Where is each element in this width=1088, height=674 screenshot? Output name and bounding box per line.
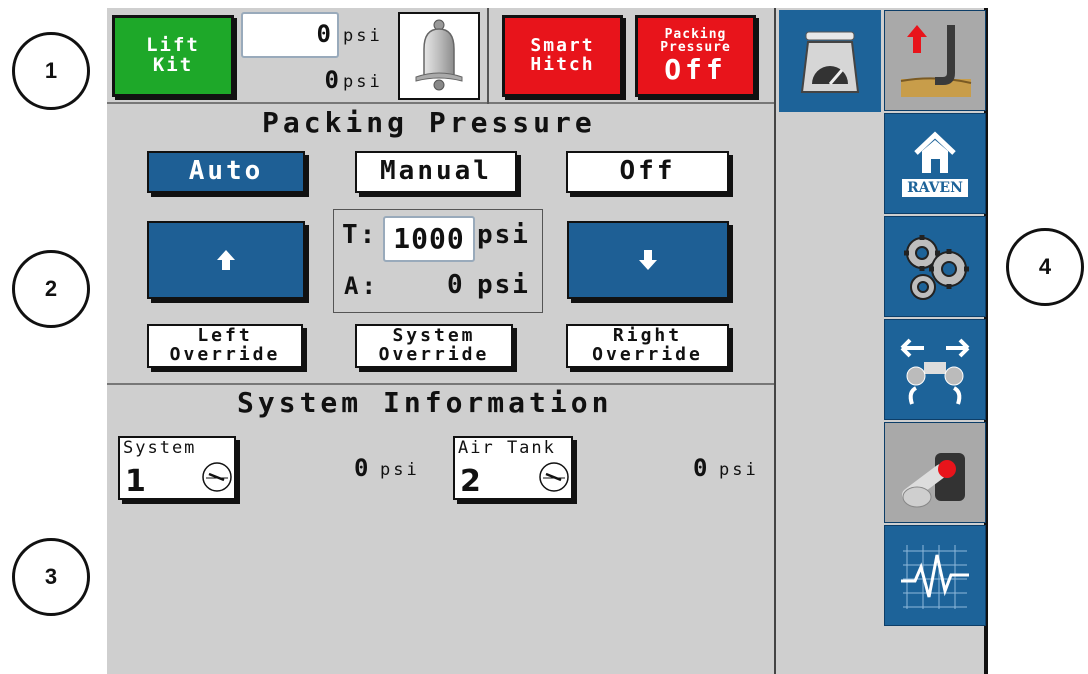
smart-hitch-button[interactable]: Smart Hitch [502,15,623,97]
callout-3: 3 [12,538,90,616]
home-tab[interactable]: RAVEN [884,113,986,214]
packing-pressure-status-title: Packing Pressure [660,26,731,56]
raven-brand-label: RAVEN [902,178,968,197]
actual-unit: psi [477,270,530,300]
sensor-unit: psi [719,460,759,480]
scale-icon [800,31,860,93]
sensor-label: Air Tank [458,438,556,458]
mode-manual-button[interactable]: Manual [355,151,517,193]
settings-tab[interactable] [884,216,986,317]
arrow-up-icon [217,250,235,270]
arrow-down-icon [639,250,657,270]
callout-4: 4 [1006,228,1084,306]
packing-pressure-status-button[interactable]: Packing Pressure Off [635,15,756,97]
sensor-number: 1 [125,464,146,499]
sensor-number: 2 [460,464,481,499]
left-override-button[interactable]: Left Override [147,324,303,368]
sensor-value: 0 [693,454,708,482]
sensor-card-air-tank[interactable]: Air Tank 2 [453,436,573,500]
waveform-icon [901,544,969,609]
increase-pressure-button[interactable] [147,221,305,299]
sensor-label: System [123,438,197,458]
gauge-icon [202,462,232,492]
row-units-icon [900,338,970,405]
row-units-tab[interactable] [884,319,986,420]
sensor-unit: psi [380,460,420,480]
alarm-button[interactable] [398,12,480,100]
status-divider [487,8,489,104]
target-pressure-input[interactable]: 1000 [383,216,475,262]
joystick-tab[interactable] [884,422,986,523]
target-unit: psi [477,220,530,250]
pressure-readout-unit: psi [343,72,383,92]
bell-icon [415,19,463,91]
smart-hitch-label: Smart Hitch [530,35,595,75]
packing-pressure-status-state: Off [664,52,727,86]
packing-pressure-title: Packing Pressure [262,106,596,139]
pressure-input-unit: psi [343,26,383,46]
system-override-button[interactable]: System Override [355,324,513,368]
pressure-input[interactable]: 0 [241,12,339,58]
decrease-pressure-button[interactable] [567,221,729,299]
actual-value: 0 [447,270,463,300]
hitch-lever-tab[interactable] [884,10,986,111]
lift-kit-button[interactable]: Lift Kit [112,15,234,97]
scale-tab[interactable] [779,10,881,112]
mode-auto-button[interactable]: Auto [147,151,305,193]
joystick-icon [902,452,965,507]
gears-icon [904,234,969,300]
right-override-button[interactable]: Right Override [566,324,729,368]
system-information-title: System Information [237,386,613,419]
gauge-icon [539,462,569,492]
diagnostics-tab[interactable] [884,525,986,626]
callout-1: 1 [12,32,90,110]
sensor-card-system[interactable]: System 1 [118,436,236,500]
sensor-value: 0 [354,454,369,482]
actual-label: A: [344,272,379,300]
callout-2: 2 [12,250,90,328]
mode-off-button[interactable]: Off [566,151,729,193]
lift-kit-label: Lift Kit [146,34,200,76]
raven-home-icon [914,131,956,173]
section-divider [107,383,775,385]
content-divider [774,8,776,674]
terminal-screen: Lift Kit 0 psi 0 psi Smart Hitch Packing… [107,8,988,674]
hitch-lever-icon [900,24,972,97]
target-label: T: [342,220,378,250]
pressure-readout: 0 [324,66,339,94]
